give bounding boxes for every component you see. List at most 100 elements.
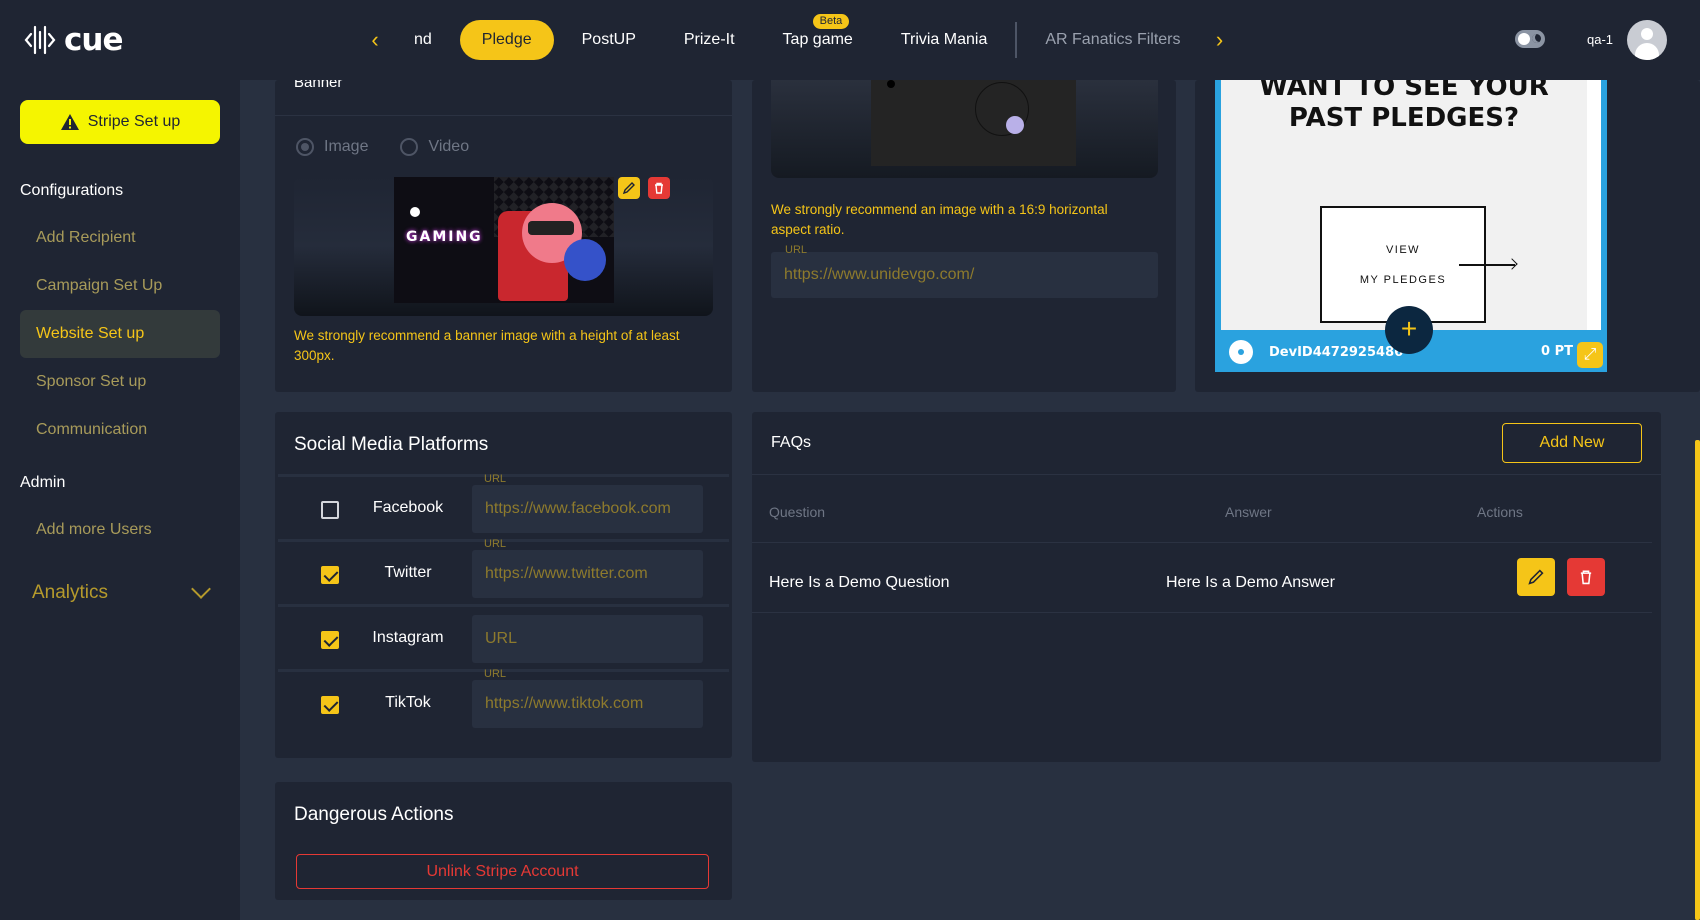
tab-nd[interactable]: nd — [390, 20, 456, 60]
radio-image-circle — [296, 138, 314, 156]
faq-edit-button[interactable] — [1517, 558, 1555, 596]
tab-prize-it[interactable]: Prize-It — [660, 20, 759, 60]
radio-video-circle — [400, 138, 419, 156]
stripe-setup-button[interactable]: Stripe Set up — [20, 100, 220, 144]
faqs-card: FAQs Add New Question Answer Actions Her… — [752, 412, 1661, 762]
instagram-url-field[interactable]: URL — [472, 615, 703, 663]
logo-image-container — [771, 80, 1158, 178]
table-row-divider — [752, 542, 1652, 543]
stripe-setup-label: Stripe Set up — [87, 113, 181, 130]
trash-icon — [1580, 570, 1592, 585]
col-actions: Actions — [1477, 504, 1523, 520]
faq-question: Here Is a Demo Question — [769, 574, 950, 591]
avatar[interactable] — [1627, 20, 1667, 60]
twitter-label: Twitter — [384, 564, 432, 581]
banner-title: Banner — [294, 80, 343, 91]
banner-image-text: GAMING — [406, 229, 483, 245]
tab-pledge[interactable]: Pledge — [459, 20, 554, 60]
top-bar: cue ‹ nd Pledge PostUP Prize-It Tap game… — [0, 0, 1700, 80]
section-admin: Admin — [20, 474, 66, 491]
social-title: Social Media Platforms — [294, 434, 489, 455]
view-line-1: VIEW — [1385, 243, 1421, 256]
top-nav: ‹ nd Pledge PostUP Prize-It Tap game Bet… — [360, 14, 1235, 60]
chevron-left-icon[interactable]: ‹ — [360, 27, 390, 53]
social-row-twitter: Twitter https://www.twitter.com URL — [278, 538, 729, 605]
app-logo[interactable]: cue — [24, 22, 123, 58]
arrow-right-icon — [1459, 264, 1515, 266]
website-url-field[interactable]: https://www.unidevgo.com/ — [771, 252, 1158, 298]
logo-image — [871, 80, 1076, 166]
instagram-label: Instagram — [372, 629, 444, 646]
scrollbar-thumb[interactable] — [1695, 440, 1700, 920]
sidebar-item-campaign-setup[interactable]: Campaign Set Up — [20, 262, 220, 310]
view-line-2: MY PLEDGES — [1359, 273, 1447, 286]
radio-image-label: Image — [324, 138, 369, 155]
tab-postup[interactable]: PostUP — [558, 20, 660, 60]
faqs-title: FAQs — [771, 434, 812, 451]
radio-image[interactable]: Image — [296, 138, 368, 156]
points: 0 PT — [1541, 344, 1573, 359]
banner-edit-button[interactable] — [618, 177, 640, 199]
twitter-url-field[interactable]: https://www.twitter.com — [472, 550, 703, 598]
tab-trivia-mania[interactable]: Trivia Mania — [877, 20, 1012, 60]
tab-tap-game-label: Tap game — [782, 31, 853, 48]
instagram-checkbox[interactable] — [321, 631, 339, 649]
banner-image: GAMING — [394, 177, 614, 303]
main-content: Banner Image Video GAMING We strongly re… — [240, 80, 1700, 920]
col-question: Question — [769, 504, 826, 520]
radio-video[interactable]: Video — [400, 138, 469, 156]
phone-preview: WANT TO SEE YOUR PAST PLEDGES? VIEW MY P… — [1215, 80, 1607, 372]
device-id: DevID4472925486 — [1269, 344, 1404, 360]
tiktok-label: TikTok — [385, 694, 431, 711]
tab-ar-fanatics-filters[interactable]: AR Fanatics Filters — [1021, 20, 1204, 60]
phone-screen-edge — [1587, 80, 1601, 330]
sidebar-item-add-recipient[interactable]: Add Recipient — [20, 214, 220, 262]
tiktok-url-field[interactable]: https://www.tiktok.com — [472, 680, 703, 728]
radio-video-label: Video — [428, 138, 470, 155]
beta-badge: Beta — [812, 14, 850, 29]
twitter-url-label: URL — [484, 538, 507, 550]
preview-heading: WANT TO SEE YOUR PAST PLEDGES? — [1259, 80, 1549, 133]
sidebar-item-communication[interactable]: Communication — [20, 406, 220, 454]
facebook-url-label: URL — [484, 473, 507, 485]
website-url-label: URL — [785, 244, 808, 256]
dangerous-actions-card: Dangerous Actions Unlink Stripe Account — [275, 782, 732, 900]
facebook-checkbox[interactable] — [321, 501, 339, 519]
section-configurations: Configurations — [20, 182, 124, 199]
banner-delete-button[interactable] — [648, 177, 670, 199]
faq-delete-button[interactable] — [1567, 558, 1605, 596]
theme-toggle[interactable] — [1515, 30, 1545, 48]
social-media-card: Social Media Platforms Facebook https://… — [275, 412, 732, 758]
divider — [752, 474, 1661, 475]
sidebar: Stripe Set up Configurations Add Recipie… — [0, 80, 240, 920]
trash-icon — [655, 182, 663, 194]
tab-tap-game[interactable]: Tap game Beta — [759, 14, 877, 60]
sidebar-item-sponsor-setup[interactable]: Sponsor Set up — [20, 358, 220, 406]
expand-icon[interactable]: ⤢ — [1577, 342, 1603, 368]
facebook-url-field[interactable]: https://www.facebook.com — [472, 485, 703, 533]
social-row-facebook: Facebook https://www.facebook.com URL — [278, 473, 729, 540]
preview-card: WANT TO SEE YOUR PAST PLEDGES? VIEW MY P… — [1195, 80, 1700, 392]
social-row-instagram: Instagram URL — [278, 604, 729, 670]
facebook-label: Facebook — [372, 499, 444, 516]
banner-image-gamepad — [564, 239, 606, 281]
twitter-checkbox[interactable] — [321, 566, 339, 584]
add-new-faq-button[interactable]: Add New — [1502, 423, 1642, 463]
unlink-stripe-button[interactable]: Unlink Stripe Account — [296, 854, 709, 889]
plus-icon[interactable]: + — [1385, 306, 1433, 354]
social-row-tiktok: TikTok https://www.tiktok.com URL — [278, 668, 729, 735]
sidebar-analytics[interactable]: Analytics — [20, 578, 220, 608]
table-row-divider — [752, 612, 1652, 613]
tiktok-checkbox[interactable] — [321, 696, 339, 714]
sidebar-item-website-setup[interactable]: Website Set up — [20, 310, 220, 358]
nav-separator — [1015, 22, 1018, 58]
banner-image-container: GAMING — [294, 176, 713, 316]
sidebar-item-add-more-users[interactable]: Add more Users — [20, 506, 220, 554]
chevron-right-icon[interactable]: › — [1205, 27, 1235, 53]
divider — [275, 115, 732, 116]
col-answer: Answer — [1225, 504, 1272, 520]
warning-icon — [60, 114, 79, 130]
logo-mark-icon — [24, 25, 56, 55]
banner-image-visor — [528, 221, 574, 235]
logo-text: cue — [64, 22, 123, 58]
